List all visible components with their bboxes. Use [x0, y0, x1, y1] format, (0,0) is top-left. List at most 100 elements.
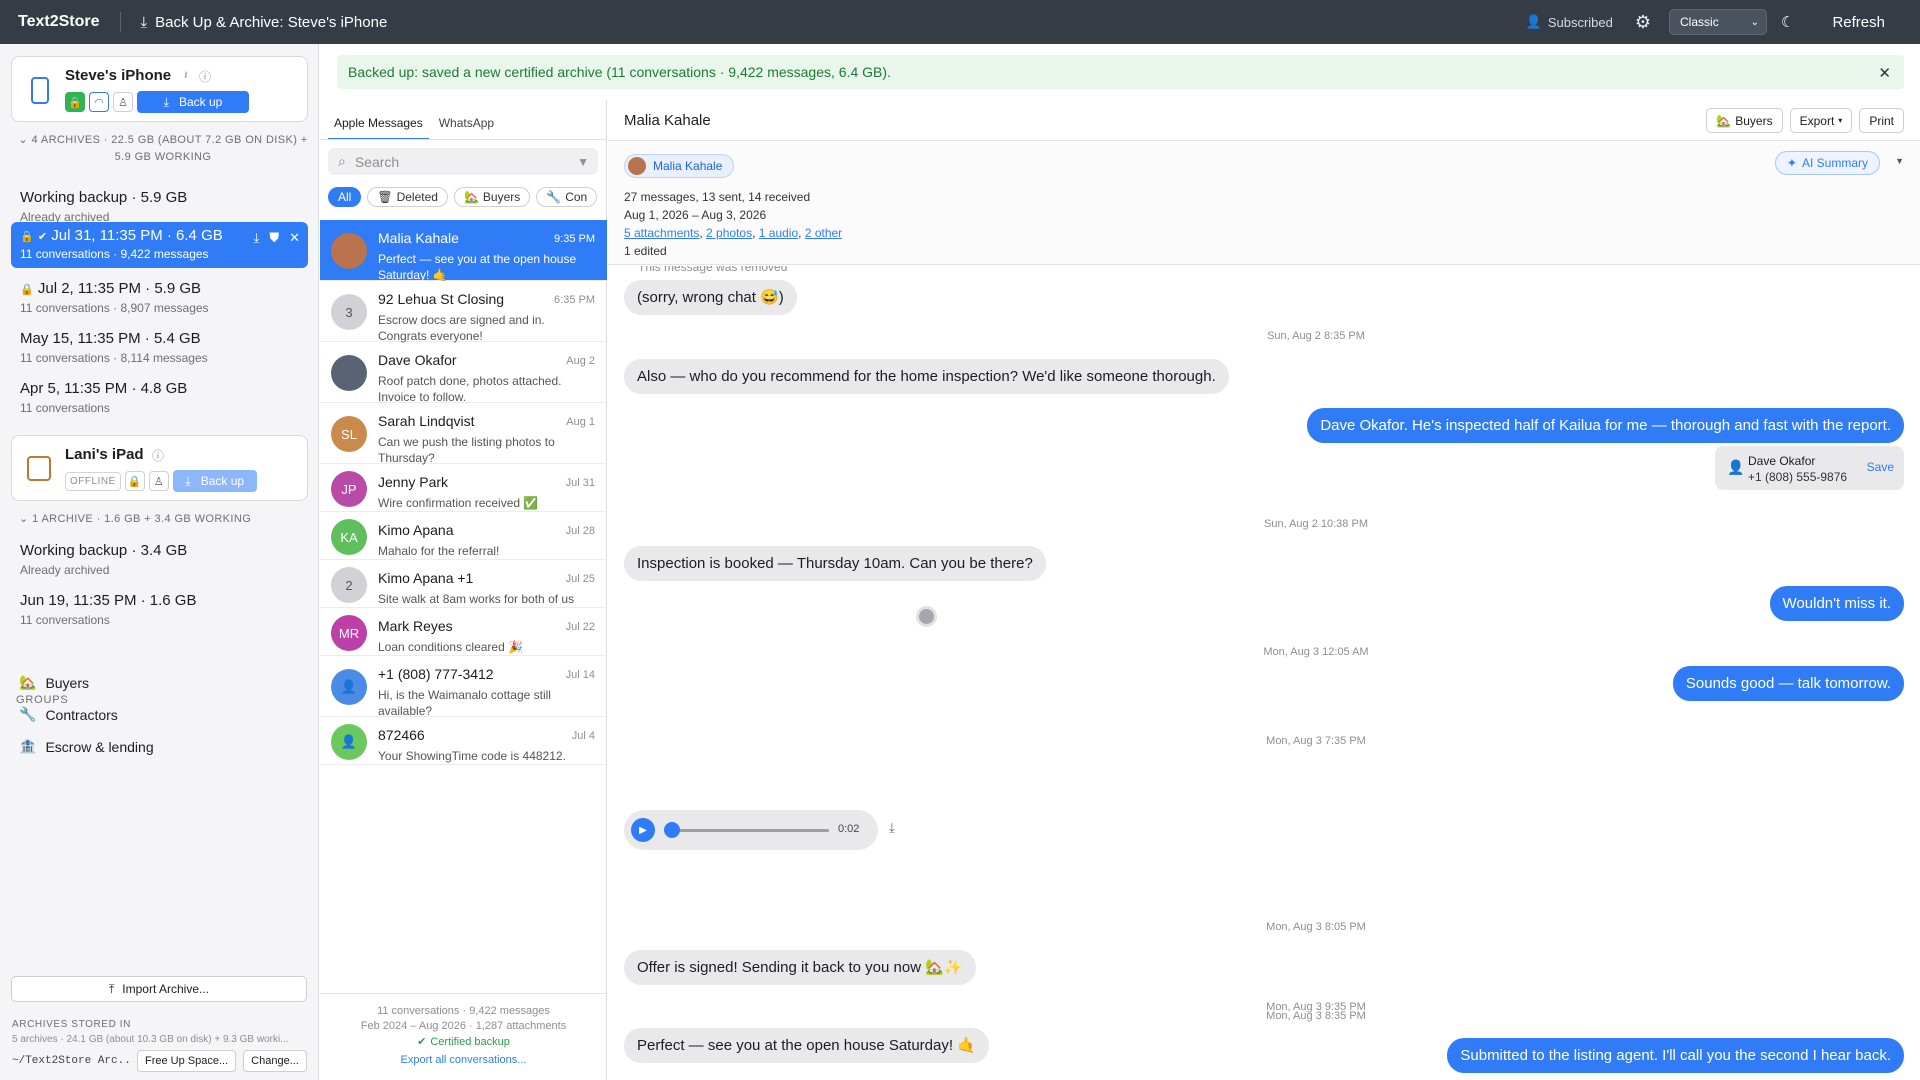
- archive-item[interactable]: May 15, 11:35 PM · 5.4 GB 11 conversatio…: [11, 323, 308, 372]
- export-button[interactable]: Export ▾: [1789, 108, 1853, 133]
- chip-label: Buyers: [482, 190, 521, 204]
- theme-select[interactable]: Classic ⌄: [1669, 9, 1768, 35]
- conversation-item[interactable]: KA Kimo Apana Jul 28 Mahalo for the refe…: [320, 512, 607, 560]
- archive-title-text: Jul 31, 11:35 PM · 6.4 GB: [51, 227, 223, 244]
- conversation-date: Jul 25: [565, 573, 595, 585]
- archive-item-selected[interactable]: 🔒 ✔ Jul 31, 11:35 PM · 6.4 GB 11 convers…: [11, 222, 308, 268]
- other-link[interactable]: 2 other: [805, 226, 842, 240]
- participant-chip[interactable]: Malia Kahale: [624, 154, 735, 178]
- tab-whatsapp[interactable]: WhatsApp: [433, 112, 500, 140]
- photos-link[interactable]: 2 photos: [706, 226, 752, 240]
- group-item-contractors[interactable]: 🔧 Contractors: [19, 706, 118, 723]
- filter-chip-buyers[interactable]: 🏡 Buyers: [453, 187, 531, 207]
- subscription-status[interactable]: 👤 Subscribed: [1526, 14, 1613, 30]
- audio-duration: 0:02: [838, 823, 860, 835]
- lock-icon[interactable]: 🔒: [124, 471, 145, 491]
- archives-summary[interactable]: ⌄ 1 ARCHIVE · 1.6 GB + 3.4 GB WORKING: [19, 511, 309, 528]
- conversation-item[interactable]: 👤 872466 Jul 4 Your ShowingTime code is …: [320, 717, 607, 765]
- message-bubble-received[interactable]: (sorry, wrong chat 😅): [624, 280, 797, 315]
- device-card-ipad[interactable]: Lani's iPad ⓘ OFFLINE 🔒 ♙ ⤓ Back up: [11, 435, 308, 501]
- archive-title: Working backup · 3.4 GB: [20, 542, 188, 559]
- info-icon[interactable]: ⓘ: [152, 447, 164, 464]
- audio-track[interactable]: [669, 829, 829, 832]
- conversation-item[interactable]: JP Jenny Park Jul 31 Wire confirmation r…: [320, 464, 607, 512]
- close-icon[interactable]: ✕: [1878, 64, 1891, 82]
- ai-summary-button[interactable]: ✦ AI Summary: [1774, 151, 1880, 175]
- conversation-item[interactable]: SL Sarah Lindqvist Aug 1 Can we push the…: [320, 403, 607, 465]
- download-icon[interactable]: ⤓: [254, 230, 260, 246]
- attachments-link[interactable]: 5 attachments: [624, 226, 699, 240]
- avatar: JP: [331, 471, 367, 507]
- download-icon: ⤓: [163, 94, 169, 109]
- search-input[interactable]: ⌕ Search ▼: [328, 148, 598, 175]
- conversation-item[interactable]: Dave Okafor Aug 2 Roof patch done, photo…: [320, 342, 607, 404]
- wifi-icon[interactable]: ◠: [89, 92, 109, 112]
- conversation-item[interactable]: 3 92 Lehua St Closing 6:35 PM Escrow doc…: [320, 281, 607, 343]
- edited-count: 1 edited: [624, 244, 667, 258]
- message-bubble-received[interactable]: Perfect — see you at the open house Satu…: [624, 1028, 989, 1063]
- bank-icon: 🏦: [19, 738, 37, 754]
- play-icon[interactable]: ▶: [631, 818, 655, 842]
- conversation-item[interactable]: MR Mark Reyes Jul 22 Loan conditions cle…: [320, 608, 607, 656]
- conversation-item[interactable]: 2 Kimo Apana +1 Jul 25 Site walk at 8am …: [320, 560, 607, 608]
- back-up-button[interactable]: ⤓ Back up: [172, 470, 257, 492]
- message-bubble-received[interactable]: Inspection is booked — Thursday 10am. Ca…: [624, 546, 1046, 581]
- caret-down-icon[interactable]: ▼: [1895, 156, 1904, 166]
- lock-icon[interactable]: 🔒: [65, 92, 85, 112]
- message-bubble-sent[interactable]: Dave Okafor. He's inspected half of Kail…: [1307, 408, 1904, 443]
- groups-heading: GROUPS: [16, 694, 69, 706]
- group-item-buyers[interactable]: 🏡 Buyers: [19, 674, 89, 691]
- archive-item[interactable]: Working backup · 3.4 GB Already archived: [11, 535, 308, 584]
- archive-subtitle: 11 conversations · 8,114 messages: [20, 351, 208, 365]
- shield-icon[interactable]: ⛊: [269, 230, 279, 246]
- ipad-icon: [27, 456, 51, 481]
- archive-item[interactable]: Apr 5, 11:35 PM · 4.8 GB 11 conversation…: [11, 373, 308, 422]
- filter-chip-deleted[interactable]: 🗑 Deleted: [367, 187, 448, 207]
- tab-apple-messages[interactable]: Apple Messages: [328, 112, 429, 140]
- filter-chip-contractors[interactable]: 🔧 Con: [536, 187, 598, 207]
- message-bubble-received[interactable]: Also — who do you recommend for the home…: [624, 359, 1229, 394]
- free-up-space-button[interactable]: Free Up Space...: [137, 1050, 237, 1072]
- conversation-name: Dave Okafor: [378, 352, 457, 368]
- message-bubble-received[interactable]: Offer is signed! Sending it back to you …: [624, 950, 976, 985]
- audio-link[interactable]: 1 audio: [759, 226, 798, 240]
- success-banner: Backed up: saved a new certified archive…: [337, 55, 1904, 89]
- print-button[interactable]: Print: [1859, 108, 1904, 133]
- usb-icon[interactable]: ♙: [113, 92, 133, 112]
- gear-icon[interactable]: ⚙: [1635, 12, 1651, 33]
- message-bubble-sent[interactable]: Sounds good — talk tomorrow.: [1672, 666, 1904, 701]
- window-title-text: Back Up & Archive: Steve's iPhone: [155, 13, 388, 31]
- close-icon[interactable]: ✕: [289, 230, 300, 246]
- archives-summary[interactable]: ⌄ 4 ARCHIVES · 22.5 GB (ABOUT 7.2 GB ON …: [18, 132, 308, 166]
- archive-title: Working backup · 5.9 GB: [20, 189, 188, 206]
- archive-subtitle: 11 conversations: [20, 401, 110, 415]
- message-bubble-sent[interactable]: Submitted to the listing agent. I'll cal…: [1447, 1038, 1904, 1073]
- archive-title: Jun 19, 11:35 PM · 1.6 GB: [20, 592, 197, 609]
- message-bubble-sent[interactable]: Wouldn't miss it.: [1769, 586, 1904, 621]
- conversation-name: Jenny Park: [378, 474, 449, 490]
- group-item-escrow[interactable]: 🏦 Escrow & lending: [19, 738, 154, 755]
- archive-subtitle: 11 conversations · 8,907 messages: [20, 301, 209, 315]
- buyers-group-button[interactable]: 🏡 Buyers: [1706, 108, 1783, 133]
- info-icon[interactable]: ⓘ: [199, 68, 211, 85]
- pointer-cursor: [916, 606, 937, 627]
- back-up-button[interactable]: ⤓ Back up: [137, 91, 249, 113]
- refresh-button[interactable]: Refresh: [1832, 14, 1885, 31]
- import-archive-button[interactable]: ⤒ Import Archive...: [11, 976, 307, 1002]
- change-location-button[interactable]: Change...: [243, 1050, 307, 1072]
- contact-card[interactable]: 👤 Dave Okafor +1 (808) 555-9876 Save: [1715, 446, 1904, 490]
- archive-item[interactable]: Jun 19, 11:35 PM · 1.6 GB 11 conversatio…: [11, 585, 308, 634]
- archive-item[interactable]: 🔒 Jul 2, 11:35 PM · 5.9 GB 11 conversati…: [11, 273, 308, 322]
- filter-chip-all[interactable]: All: [328, 187, 362, 207]
- conversation-item[interactable]: Malia Kahale 9:35 PM Perfect — see you a…: [320, 220, 607, 282]
- export-all-link[interactable]: Export all conversations...: [320, 1053, 607, 1068]
- conversation-item[interactable]: 👤 +1 (808) 777-3412 Jul 14 Hi, is the Wa…: [320, 656, 607, 718]
- usb-icon[interactable]: ♙: [148, 471, 169, 491]
- filter-icon[interactable]: ▼: [577, 155, 589, 169]
- audio-scrubber[interactable]: [664, 822, 680, 838]
- archives-summary-text: 1 ARCHIVE · 1.6 GB + 3.4 GB WORKING: [32, 513, 252, 525]
- device-card-iphone[interactable]: Steve's iPhone 𝄽 ⓘ 🔒 ◠ ♙ ⤓ Back up: [11, 56, 308, 122]
- download-icon[interactable]: ⤓: [889, 820, 895, 836]
- save-contact-button[interactable]: Save: [1867, 460, 1894, 474]
- moon-icon[interactable]: ☾: [1781, 13, 1794, 31]
